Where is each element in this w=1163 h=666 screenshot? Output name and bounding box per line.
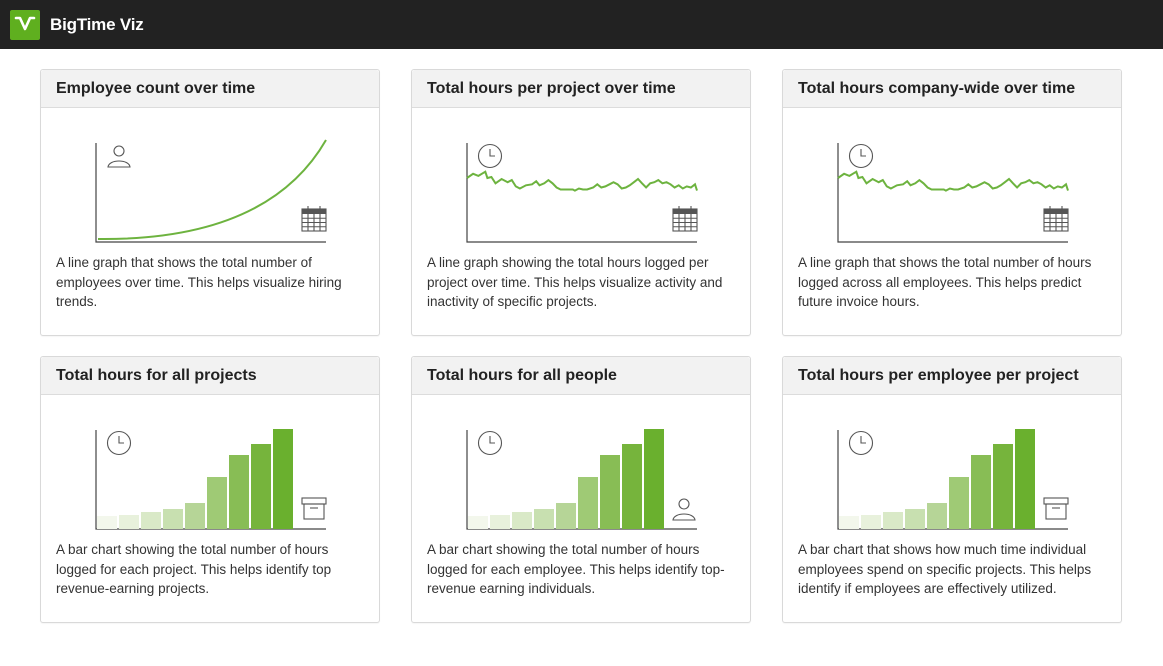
chart-axes [95,143,326,243]
card-description: A line graph that shows the total number… [56,255,342,309]
line-chart-thumbnail [466,143,698,243]
bar [883,512,903,529]
clock-icon [848,430,874,456]
trend-line [466,170,698,192]
bar [185,503,205,529]
card-thumbnail [412,395,750,540]
bar [119,515,139,529]
bar [534,509,554,529]
bar [512,512,532,529]
card-hours-per-project[interactable]: Total hours per project over time A line… [411,69,751,336]
card-title: Employee count over time [41,70,379,108]
bar-chart-thumbnail [95,429,327,530]
clock-icon [848,143,874,169]
clock-icon [477,430,503,456]
bar [993,444,1013,529]
bar [141,512,161,529]
bar [163,509,183,529]
bar [207,477,227,529]
clock-icon [477,143,503,169]
card-employee-count[interactable]: Employee count over time A line graph th… [40,69,380,336]
calendar-icon [1043,206,1069,232]
box-icon [1043,497,1069,520]
bar [622,444,642,529]
bar [644,429,664,529]
top-bar: BigTime Viz [0,0,1163,49]
bar [971,455,991,529]
bar [273,429,293,529]
bigtime-logo-icon[interactable] [10,9,40,40]
bar [251,444,271,529]
card-description: A line graph that shows the total number… [798,255,1092,309]
card-thumbnail [41,395,379,540]
person-icon [107,145,131,168]
line-chart-thumbnail [837,143,1069,243]
card-title: Total hours for all projects [41,357,379,395]
bar [229,455,249,529]
card-hours-company-wide[interactable]: Total hours company-wide over time A lin… [782,69,1122,336]
line-chart-thumbnail [95,139,327,243]
card-thumbnail [783,108,1121,253]
card-thumbnail [412,108,750,253]
bar [556,503,576,529]
trend-line [837,170,1069,192]
card-thumbnail [783,395,1121,540]
calendar-icon [672,206,698,232]
bar [927,503,947,529]
card-description: A bar chart that shows how much time ind… [798,542,1092,596]
bar [905,509,925,529]
bar [468,516,488,529]
bar-chart-thumbnail [837,429,1069,530]
calendar-icon [301,206,327,232]
card-description: A bar chart showing the total number of … [56,542,332,596]
card-title: Total hours per employee per project [783,357,1121,395]
card-title: Total hours per project over time [412,70,750,108]
bar [839,516,859,529]
bar [490,515,510,529]
bar [578,477,598,529]
card-thumbnail [41,108,379,253]
clock-icon [106,430,132,456]
trend-line [97,139,327,241]
card-description: A line graph showing the total hours log… [427,255,723,309]
card-hours-per-employee-per-project[interactable]: Total hours per employee per project A b… [782,356,1122,623]
bar [97,516,117,529]
bar [1015,429,1035,529]
card-title: Total hours company-wide over time [783,70,1121,108]
card-hours-all-projects[interactable]: Total hours for all projects A bar chart… [40,356,380,623]
app-title[interactable]: BigTime Viz [50,15,144,35]
person-icon [672,498,696,521]
bar [949,477,969,529]
card-description: A bar chart showing the total number of … [427,542,725,596]
bar [861,515,881,529]
box-icon [301,497,327,520]
bar [600,455,620,529]
bar-chart-thumbnail [466,429,697,530]
card-hours-all-people[interactable]: Total hours for all people A bar chart s… [411,356,751,623]
card-title: Total hours for all people [412,357,750,395]
